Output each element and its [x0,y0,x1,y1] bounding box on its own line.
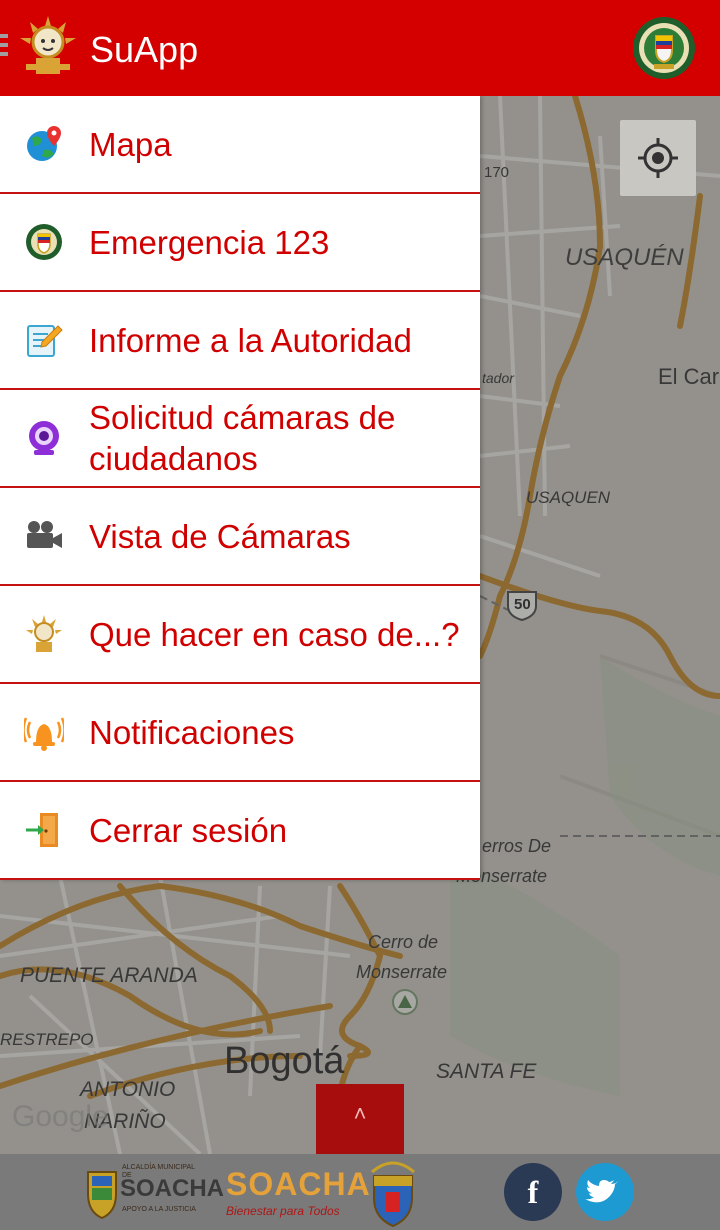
navigation-drawer: Mapa Emergencia 123 Informe a la Autorid… [0,96,480,880]
menu-item-notificaciones[interactable]: Notificaciones [0,684,480,782]
twitter-bird-icon [585,1180,618,1203]
coat-of-arms-icon [87,1171,117,1220]
facebook-icon: f [527,1174,539,1210]
police-shield-icon[interactable] [632,16,696,80]
golden-sun-icon [24,614,64,654]
menu-item-mapa[interactable]: Mapa [0,96,480,194]
menu-item-informe-autoridad[interactable]: Informe a la Autoridad [0,292,480,390]
crosshair-icon [638,138,678,178]
alarm-bell-icon [24,712,64,752]
menu-label-cerrar-sesion: Cerrar sesión [89,811,288,849]
alcaldia-soacha-logo[interactable]: ALCALDÍA MUNICIPAL DE SOACHA APOYO A LA … [84,1160,224,1224]
facebook-button[interactable]: f [504,1163,562,1221]
menu-item-que-hacer[interactable]: Que hacer en caso de...? [0,586,480,684]
app-title: SuApp [90,29,199,70]
crest-logo[interactable] [364,1154,422,1230]
webcam-icon [24,418,64,458]
soacha-bienestar-logo[interactable]: SOACHA Bienestar para Todos [222,1160,370,1224]
menu-label-informe-autoridad: Informe a la Autoridad [89,321,412,359]
my-location-button[interactable] [620,120,696,196]
scroll-up-button[interactable]: ˄ [316,1084,404,1154]
crest-icon [371,1161,415,1228]
menu-label-vista-camaras: Vista de Cámaras [89,517,351,555]
exit-door-icon [24,810,64,850]
video-camera-icon [24,516,64,556]
menu-label-notificaciones: Notificaciones [89,713,295,751]
menu-item-solicitud-camaras[interactable]: Solicitud cámaras de ciudadanos [0,390,480,488]
alcaldia-tagline: APOYO A LA JUSTICIA [122,1206,196,1213]
menu-label-solicitud-camaras: Solicitud cámaras de ciudadanos [89,399,396,477]
soacha-colorful-title: SOACHA [226,1166,371,1202]
notepad-pencil-icon [24,320,64,360]
globe-location-icon [24,124,64,164]
menu-label-mapa: Mapa [89,125,172,163]
menu-item-vista-camaras[interactable]: Vista de Cámaras [0,488,480,586]
menu-label-emergencia-123: Emergencia 123 [89,223,330,261]
sponsor-footer: ALCALDÍA MUNICIPAL DE SOACHA APOYO A LA … [0,1154,720,1230]
police-badge-icon [24,222,64,262]
app-bar: SuApp [0,0,720,96]
soacha-tagline: Bienestar para Todos [226,1204,340,1218]
golden-sun-logo-icon[interactable] [16,14,80,80]
alcaldia-title: SOACHA [120,1175,225,1202]
twitter-button[interactable]: t [576,1163,634,1221]
menu-item-cerrar-sesion[interactable]: Cerrar sesión [0,782,480,880]
menu-label-que-hacer: Que hacer en caso de...? [89,615,460,653]
hamburger-icon[interactable] [0,34,10,60]
menu-item-emergencia-123[interactable]: Emergencia 123 [0,194,480,292]
